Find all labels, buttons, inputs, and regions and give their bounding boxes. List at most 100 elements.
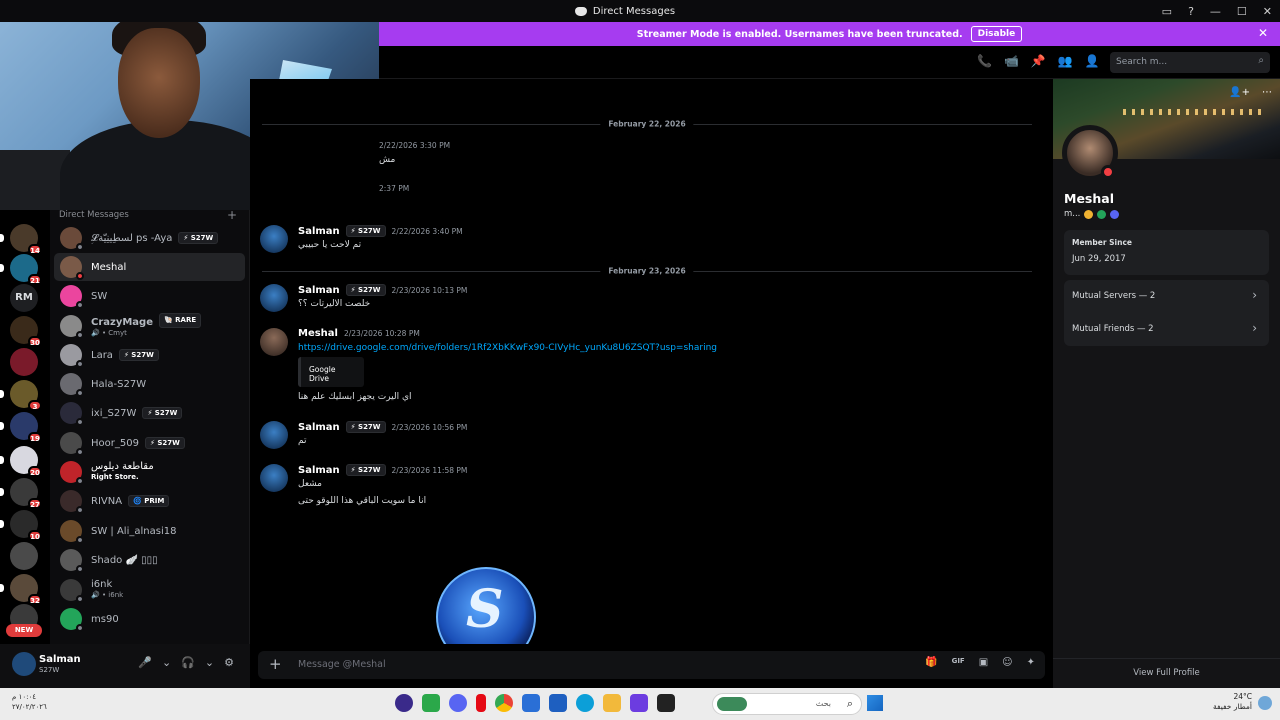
dm-item[interactable]: i6nk 🔊 • i6nk [54, 576, 245, 604]
store-icon[interactable] [549, 694, 567, 712]
create-dm-icon[interactable]: + [227, 208, 237, 222]
app-icon[interactable] [630, 694, 648, 712]
help-icon[interactable]: ? [1188, 5, 1194, 18]
disable-streamer-mode-button[interactable]: Disable [970, 26, 1023, 42]
dm-item[interactable]: مقاطعة ديلوس Right Store. [54, 458, 245, 486]
dm-item[interactable]: CrazyMage 🐚 RARE 🔊 • Cmyt [54, 312, 245, 340]
view-full-profile-button[interactable]: View Full Profile [1053, 658, 1280, 688]
message-link[interactable]: https://drive.google.com/drive/folders/1… [298, 343, 717, 353]
minimize-button[interactable]: — [1210, 5, 1221, 18]
status-dnd-icon [1101, 165, 1115, 179]
app-icon[interactable] [422, 694, 440, 712]
server-icon[interactable]: 10 [0, 510, 42, 541]
link-embed[interactable]: Google Drive [298, 357, 364, 387]
avatar[interactable] [260, 328, 288, 356]
dm-item[interactable]: Hala-S27W [54, 370, 245, 398]
message-input[interactable]: Message @Meshal [298, 659, 386, 670]
logo-image[interactable]: S [436, 567, 536, 644]
user-profile-icon[interactable]: 👤 [1085, 54, 1100, 68]
server-icon[interactable]: 30 [10, 316, 42, 347]
more-options-icon[interactable]: ⋯ [1262, 87, 1272, 98]
message-author[interactable]: Salman ⚡ S27W 2/23/2026 10:56 PM [298, 421, 467, 433]
avatar [60, 344, 84, 368]
windows-start-icon[interactable] [867, 695, 883, 711]
weather-widget[interactable]: 24°C أمطار خفيفة [1213, 692, 1252, 712]
settings-gear-icon[interactable]: ⚙ [224, 656, 234, 669]
server-icon[interactable]: 21 [0, 254, 42, 285]
new-servers-pill[interactable]: NEW [6, 624, 42, 637]
clock[interactable]: ١٠:٠٤ م ٢٧/٠٢/٢٠٢٦ [12, 692, 47, 712]
close-window-button[interactable]: ✕ [1263, 5, 1272, 18]
apps-icon[interactable]: ✦ [1027, 657, 1035, 668]
user-status: S27W [39, 666, 60, 674]
server-icon[interactable] [10, 348, 38, 376]
dm-item[interactable]: 𝓛ِلسطِينِيّة ps -Aya ⚡ S27W [54, 224, 245, 252]
server-icon[interactable]: 3 [0, 380, 42, 411]
inbox-icon[interactable]: ▭ [1162, 5, 1172, 18]
chrome-icon[interactable] [495, 694, 513, 712]
emoji-icon[interactable]: ☺ [1002, 657, 1012, 668]
terminal-icon[interactable] [657, 694, 675, 712]
dm-item[interactable]: ms90 [54, 605, 245, 633]
add-friends-icon[interactable]: 👥 [1058, 54, 1073, 68]
folder-icon[interactable] [603, 694, 621, 712]
message-author[interactable]: Meshal 2/23/2026 10:28 PM [298, 328, 420, 339]
pin-icon[interactable]: 📌 [1031, 54, 1046, 68]
avatar [60, 432, 84, 456]
voice-call-icon[interactable]: 📞 [977, 54, 992, 68]
server-rm[interactable]: RM [10, 284, 38, 312]
netflix-icon[interactable] [476, 694, 486, 712]
user-name[interactable]: Salman [39, 654, 81, 665]
gif-icon[interactable]: GIF [952, 657, 965, 668]
chevron-right-icon: › [1252, 321, 1257, 335]
avatar [60, 402, 84, 426]
message-composer[interactable]: + Message @Meshal 🎁 GIF ▣ ☺ ✦ [258, 651, 1045, 679]
avatar [60, 608, 84, 632]
add-friend-icon[interactable]: 👤+ [1229, 87, 1250, 98]
mutual-friends-row[interactable]: Mutual Friends — 2 › [1064, 313, 1269, 346]
obs-icon[interactable] [395, 694, 413, 712]
discord-icon[interactable] [449, 694, 467, 712]
server-icon[interactable] [10, 542, 38, 570]
server-icon[interactable]: 20 [0, 446, 42, 477]
dm-item[interactable]: SW | Ali_alnasi18 [54, 517, 245, 545]
dm-item[interactable]: Lara ⚡ S27W [54, 341, 245, 369]
server-icon[interactable]: 19 [0, 412, 42, 443]
avatar[interactable] [260, 225, 288, 253]
badge-icon [1084, 209, 1094, 219]
member-since-card: Member Since Jun 29, 2017 [1064, 230, 1269, 275]
dm-item[interactable]: Shado 🪽 ▯▯▯ [54, 546, 245, 574]
server-icon[interactable]: 32 [0, 574, 42, 605]
dm-item[interactable]: SW [54, 282, 245, 310]
chevron-down-icon[interactable]: ⌄ [205, 656, 214, 669]
chevron-down-icon[interactable]: ⌄ [162, 656, 171, 669]
user-avatar[interactable] [12, 652, 36, 676]
dm-item-meshal[interactable]: Meshal [54, 253, 245, 281]
dm-item[interactable]: RIVNA 🌀 PRIM [54, 487, 245, 515]
message-author[interactable]: Salman ⚡ S27W 2/23/2026 11:58 PM [298, 464, 467, 476]
message-author[interactable]: Salman ⚡ S27W 2/22/2026 3:40 PM [298, 225, 463, 237]
microphone-icon[interactable]: 🎤 [138, 656, 152, 669]
dm-item[interactable]: Hoor_509 ⚡ S27W [54, 429, 245, 457]
search-input[interactable]: Search m... ⌕ [1110, 52, 1270, 73]
server-icon[interactable]: 27 [0, 478, 42, 509]
profile-display-name: Meshal [1064, 191, 1114, 206]
taskbar-search[interactable]: بحث ⌕ [712, 693, 862, 715]
mutual-servers-row[interactable]: Mutual Servers — 2 › [1064, 280, 1269, 313]
sticker-icon[interactable]: ▣ [979, 657, 988, 668]
edge-icon[interactable] [576, 694, 594, 712]
avatar[interactable] [260, 284, 288, 312]
headphones-icon[interactable]: 🎧 [181, 656, 195, 669]
maximize-button[interactable]: ☐ [1237, 5, 1247, 18]
os-taskbar: ١٠:٠٤ م ٢٧/٠٢/٢٠٢٦ بحث ⌕ 24°C أمطار خفيف… [0, 688, 1280, 720]
attach-plus-icon[interactable]: + [269, 655, 282, 673]
close-banner-icon[interactable]: ✕ [1258, 26, 1268, 40]
server-icon[interactable]: 14 [0, 224, 42, 255]
video-call-icon[interactable]: 📹 [1004, 54, 1019, 68]
gift-icon[interactable]: 🎁 [925, 657, 937, 668]
message-author[interactable]: Salman ⚡ S27W 2/23/2026 10:13 PM [298, 284, 467, 296]
avatar[interactable] [260, 464, 288, 492]
avatar[interactable] [260, 421, 288, 449]
mail-icon[interactable] [522, 694, 540, 712]
dm-item[interactable]: ixi_S27W ⚡ S27W [54, 399, 245, 427]
